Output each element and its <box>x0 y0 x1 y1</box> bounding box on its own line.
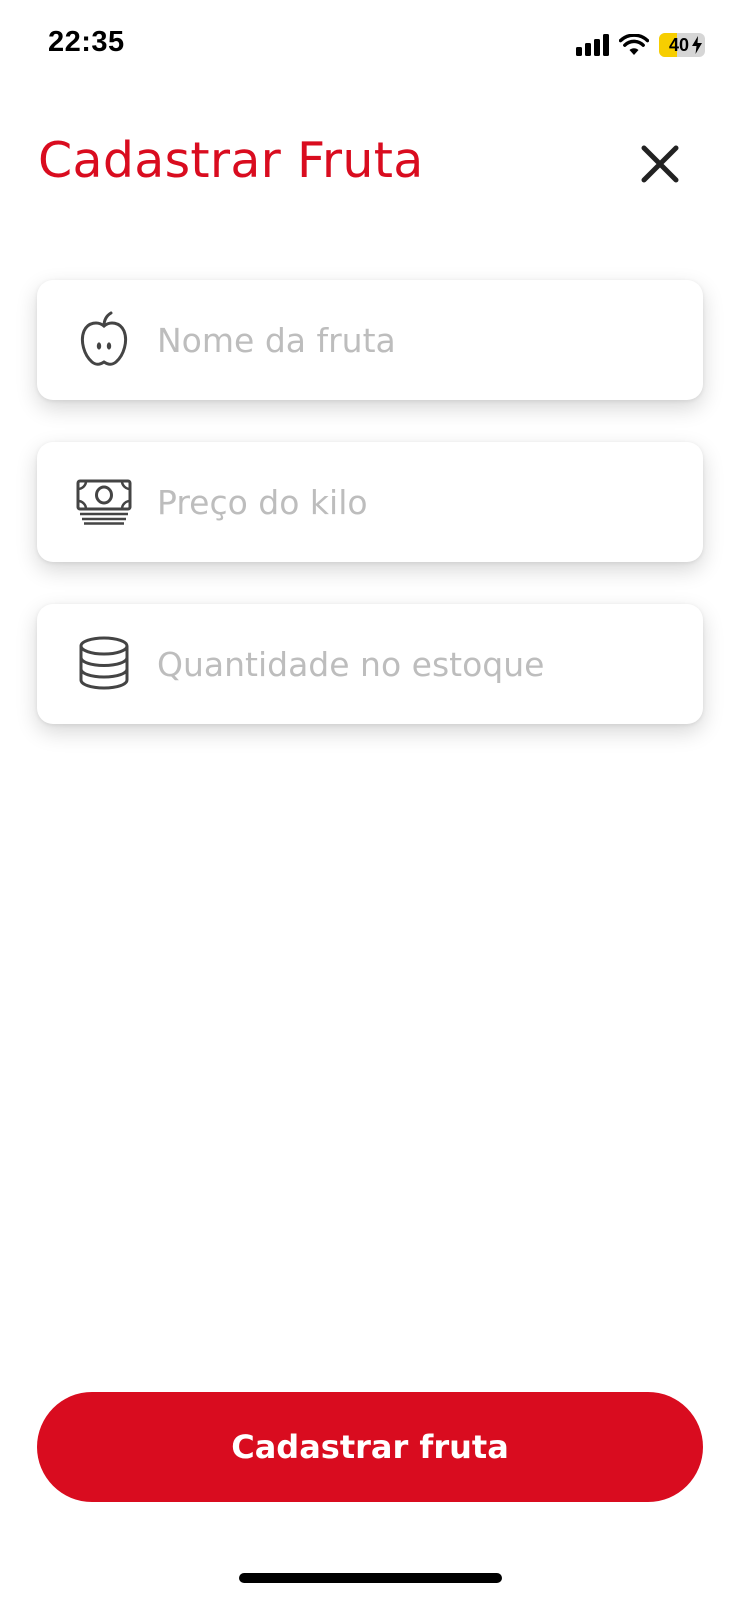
stock-quantity-input[interactable] <box>157 644 679 684</box>
battery-icon: 40 <box>659 33 705 57</box>
price-field[interactable] <box>37 442 703 562</box>
page-title: Cadastrar Fruta <box>38 132 424 189</box>
money-icon <box>75 472 133 532</box>
screen: 22:35 40 Cadastrar Fruta Nome da fruta P… <box>0 0 739 1600</box>
wifi-icon <box>619 34 649 55</box>
close-button[interactable] <box>636 140 684 188</box>
price-input[interactable] <box>157 482 679 522</box>
stock-quantity-field[interactable] <box>37 604 703 724</box>
apple-icon <box>75 310 133 370</box>
close-icon <box>641 145 679 183</box>
status-icons: 40 <box>576 30 705 60</box>
submit-button[interactable]: Cadastrar fruta <box>37 1392 703 1502</box>
charging-bolt-icon <box>692 36 702 54</box>
status-time: 22:35 <box>48 26 125 58</box>
fruit-name-field[interactable] <box>37 280 703 400</box>
signal-icon <box>576 34 609 56</box>
home-indicator <box>239 1573 502 1583</box>
fruit-name-input[interactable] <box>157 320 679 360</box>
stack-icon <box>75 634 133 694</box>
